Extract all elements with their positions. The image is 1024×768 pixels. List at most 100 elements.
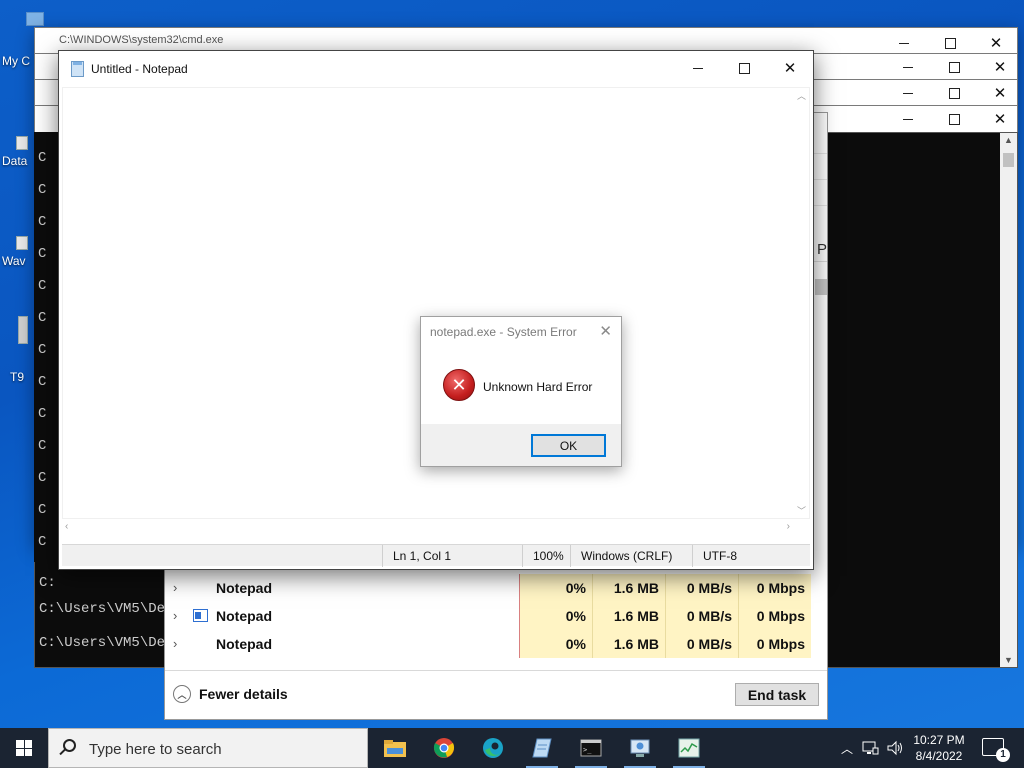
scroll-up-arrow-icon[interactable]: ︿ <box>793 89 810 102</box>
clock-date: 8/4/2022 <box>915 749 963 763</box>
scroll-down-arrow-icon[interactable]: ▼ <box>1000 655 1017 665</box>
minimize-button[interactable] <box>885 104 931 134</box>
fewer-details-button[interactable]: ︿ Fewer details <box>173 685 288 703</box>
cpu-cell: 0% <box>519 574 592 602</box>
desktop-icon-label: T9 <box>10 370 25 384</box>
app-window-icon <box>193 609 208 622</box>
console-line-fragment: C <box>38 278 47 294</box>
memory-cell: 1.6 MB <box>592 630 665 658</box>
console-line: C:\Users\VM5\Des <box>39 635 174 651</box>
memory-cell: 1.6 MB <box>592 602 665 630</box>
encoding: UTF-8 <box>692 545 810 567</box>
console-line-fragment: C <box>38 310 47 326</box>
search-placeholder: Type here to search <box>89 741 222 758</box>
clock-time: 10:27 PM <box>913 733 965 747</box>
console-scrollbar[interactable]: ▲ ▼ <box>1000 133 1017 667</box>
scroll-right-arrow-icon[interactable]: › <box>787 521 790 532</box>
scroll-left-arrow-icon[interactable]: ‹ <box>65 521 68 532</box>
process-row[interactable]: › Notepad 0% 1.6 MB 0 MB/s 0 Mbps <box>165 630 827 658</box>
ok-button[interactable]: OK <box>531 434 606 457</box>
console-line-fragment: C <box>38 502 47 518</box>
maximize-button[interactable] <box>931 104 977 134</box>
file-icon <box>18 316 28 344</box>
search-box[interactable]: Type here to search <box>48 728 368 768</box>
desktop-icon-label: Data <box>2 154 28 168</box>
scrollbar-thumb[interactable] <box>1003 153 1014 167</box>
notepad-taskbar-button[interactable] <box>518 728 566 768</box>
process-name: Notepad <box>216 608 272 624</box>
cmd-icon: >_ <box>580 739 602 757</box>
process-name: Notepad <box>216 636 272 652</box>
network-cell: 0 Mbps <box>738 574 811 602</box>
notepad-title-bar[interactable]: Untitled - Notepad ✕ <box>59 51 813 87</box>
zoom-level: 100% <box>522 545 570 567</box>
maximize-button[interactable] <box>721 53 767 83</box>
disk-cell: 0 MB/s <box>665 574 738 602</box>
control-panel-taskbar-button[interactable] <box>616 728 664 768</box>
end-task-button[interactable]: End task <box>735 683 819 706</box>
console-line-fragment: C <box>38 182 47 198</box>
disk-cell: 0 MB/s <box>665 602 738 630</box>
window-title: C:\WINDOWS\system32\cmd.exe <box>59 34 224 46</box>
search-icon <box>63 739 76 752</box>
scroll-up-arrow-icon[interactable]: ▲ <box>1000 135 1017 145</box>
minimize-button[interactable] <box>675 53 721 83</box>
taskbar: Type here to search >_ ︿ 10:27 PM 8/4/20… <box>0 728 1024 768</box>
console-line: C:\Users\VM5\Des <box>39 601 174 617</box>
network-cell: 0 Mbps <box>738 602 811 630</box>
horizontal-scrollbar[interactable]: ‹ › <box>62 519 793 536</box>
notification-center-icon[interactable]: 1 <box>982 738 1010 762</box>
task-manager-taskbar-button[interactable] <box>665 728 713 768</box>
chrome-taskbar-button[interactable] <box>420 728 468 768</box>
volume-icon[interactable] <box>884 728 906 768</box>
scroll-down-arrow-icon[interactable]: ﹀ <box>793 504 810 517</box>
process-row[interactable]: › Notepad 0% 1.6 MB 0 MB/s 0 Mbps <box>165 602 827 630</box>
clock[interactable]: 10:27 PM 8/4/2022 <box>905 732 973 764</box>
error-x-icon: ✕ <box>443 369 475 401</box>
edge-taskbar-button[interactable] <box>469 728 517 768</box>
network-icon[interactable] <box>858 728 882 768</box>
file-icon <box>16 236 28 250</box>
task-manager-footer: ︿ Fewer details End task <box>165 670 827 719</box>
console-line-fragment: C <box>38 342 47 358</box>
file-explorer-taskbar-button[interactable] <box>371 728 419 768</box>
windows-logo-icon <box>16 740 32 756</box>
line-ending: Windows (CRLF) <box>570 545 692 567</box>
cpu-cell: 0% <box>519 630 592 658</box>
notepad-window[interactable]: Untitled - Notepad ✕ ︿ ﹀ ‹ › Ln 1, Col 1… <box>58 50 814 570</box>
cmd-taskbar-button[interactable]: >_ <box>567 728 615 768</box>
chevron-right-icon[interactable]: › <box>173 636 177 651</box>
chevron-right-icon[interactable]: › <box>173 608 177 623</box>
file-explorer-icon <box>384 740 406 757</box>
close-icon[interactable]: ✕ <box>599 322 612 340</box>
console-line-fragment: C <box>38 150 47 166</box>
window-title: Untitled - Notepad <box>91 62 188 76</box>
start-button[interactable] <box>0 728 48 768</box>
console-line: C: <box>39 575 56 591</box>
desktop-icon-label: My C <box>2 54 30 68</box>
system-error-dialog[interactable]: notepad.exe - System Error ✕ ✕ Unknown H… <box>420 316 622 467</box>
chevron-right-icon[interactable]: › <box>173 580 177 595</box>
scrollbar-thumb[interactable] <box>815 279 827 295</box>
file-icon <box>16 136 28 150</box>
console-line-fragment: C <box>38 534 47 550</box>
console-line-fragment: C <box>38 438 47 454</box>
process-row[interactable]: › Notepad 0% 1.6 MB 0 MB/s 0 Mbps <box>165 574 827 602</box>
vertical-scrollbar[interactable]: ︿ ﹀ <box>793 87 810 519</box>
process-name: Notepad <box>216 580 272 596</box>
cpu-cell: 0% <box>519 602 592 630</box>
chrome-icon <box>433 738 455 758</box>
console-line-fragment: C <box>38 406 47 422</box>
notification-count-badge: 1 <box>996 748 1010 762</box>
network-cell: 0 Mbps <box>738 630 811 658</box>
dialog-button-bar: OK <box>421 424 621 466</box>
console-line-fragment: C <box>38 214 47 230</box>
console-left-margin: C C C C C C C C C C C C C <box>34 132 58 562</box>
close-button[interactable]: ✕ <box>977 104 1023 134</box>
column-header-partial[interactable]: P <box>817 241 827 258</box>
console-line-fragment: C <box>38 470 47 486</box>
close-button[interactable]: ✕ <box>767 53 813 83</box>
notepad-icon <box>532 738 552 758</box>
desktop-icon-label: Wav <box>2 254 26 268</box>
show-hidden-icons-chevron-up-icon[interactable]: ︿ <box>838 728 856 768</box>
